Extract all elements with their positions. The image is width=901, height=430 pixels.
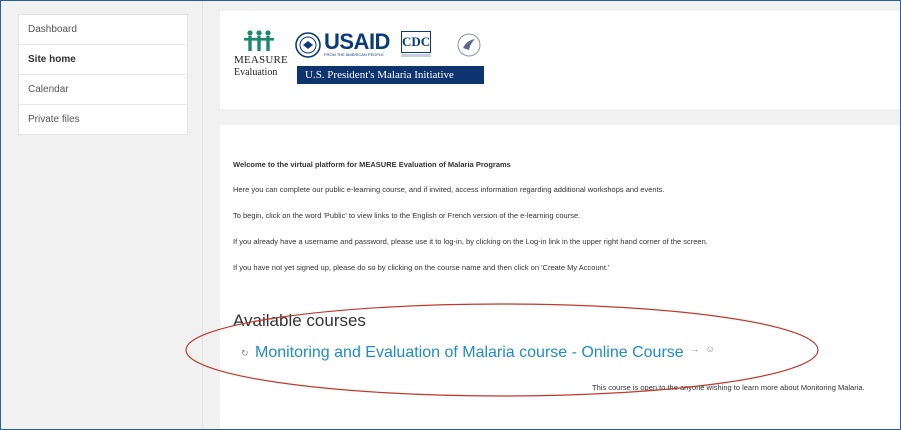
guest-icon[interactable]: ☺ [706,344,715,354]
sidebar-item-dashboard[interactable]: Dashboard [19,15,187,45]
sidebar-item-label: Private files [28,114,80,125]
measure-evaluation-logo: MEASURE Evaluation [234,29,294,95]
intro-paragraph: If you already have a username and passw… [233,237,708,246]
pmi-banner: U.S. President's Malaria Initiative [297,66,484,84]
usaid-seal-icon [295,32,321,58]
available-courses-heading: Available courses [233,311,366,330]
intro-paragraph: If you have not yet signed up, please do… [233,263,610,272]
course-link[interactable]: Monitoring and Evaluation of Malaria cou… [255,344,684,361]
cdc-tagline-bar [401,54,431,57]
header-logos: MEASURE Evaluation USAID FROM THE AMERIC… [220,11,900,109]
window-frame: Dashboard Site home Calendar Private fil… [0,0,901,430]
intro-paragraph: Here you can complete our public e-learn… [233,185,665,194]
sidebar-item-private-files[interactable]: Private files [19,105,187,134]
course-summary: This course is open to the anyone wishin… [592,383,865,392]
sidebar-item-site-home[interactable]: Site home [19,45,187,75]
intro-paragraph: To begin, click on the word 'Public' to … [233,211,581,220]
people-icon [244,30,274,51]
course-icon: ↻ [241,347,249,358]
sidebar-item-label: Calendar [28,84,69,95]
main-content: Welcome to the virtual platform for MEAS… [220,125,900,429]
hhs-eagle-icon [457,33,481,57]
measure-subtitle: Evaluation [234,67,278,78]
usaid-tagline: FROM THE AMERICAN PEOPLE [324,52,384,57]
measure-name: MEASURE [234,54,288,66]
enrol-icon[interactable]: → [690,344,699,354]
cdc-logo: CDC [401,31,431,53]
sidebar-divider [202,1,203,429]
sidebar-item-label: Dashboard [28,24,77,35]
sidebar-item-label: Site home [28,54,76,65]
welcome-heading: Welcome to the virtual platform for MEAS… [233,160,511,169]
sidebar-item-calendar[interactable]: Calendar [19,75,187,105]
course-list-item: ↻ Monitoring and Evaluation of Malaria c… [241,344,715,362]
navigation-block: Dashboard Site home Calendar Private fil… [18,14,188,135]
